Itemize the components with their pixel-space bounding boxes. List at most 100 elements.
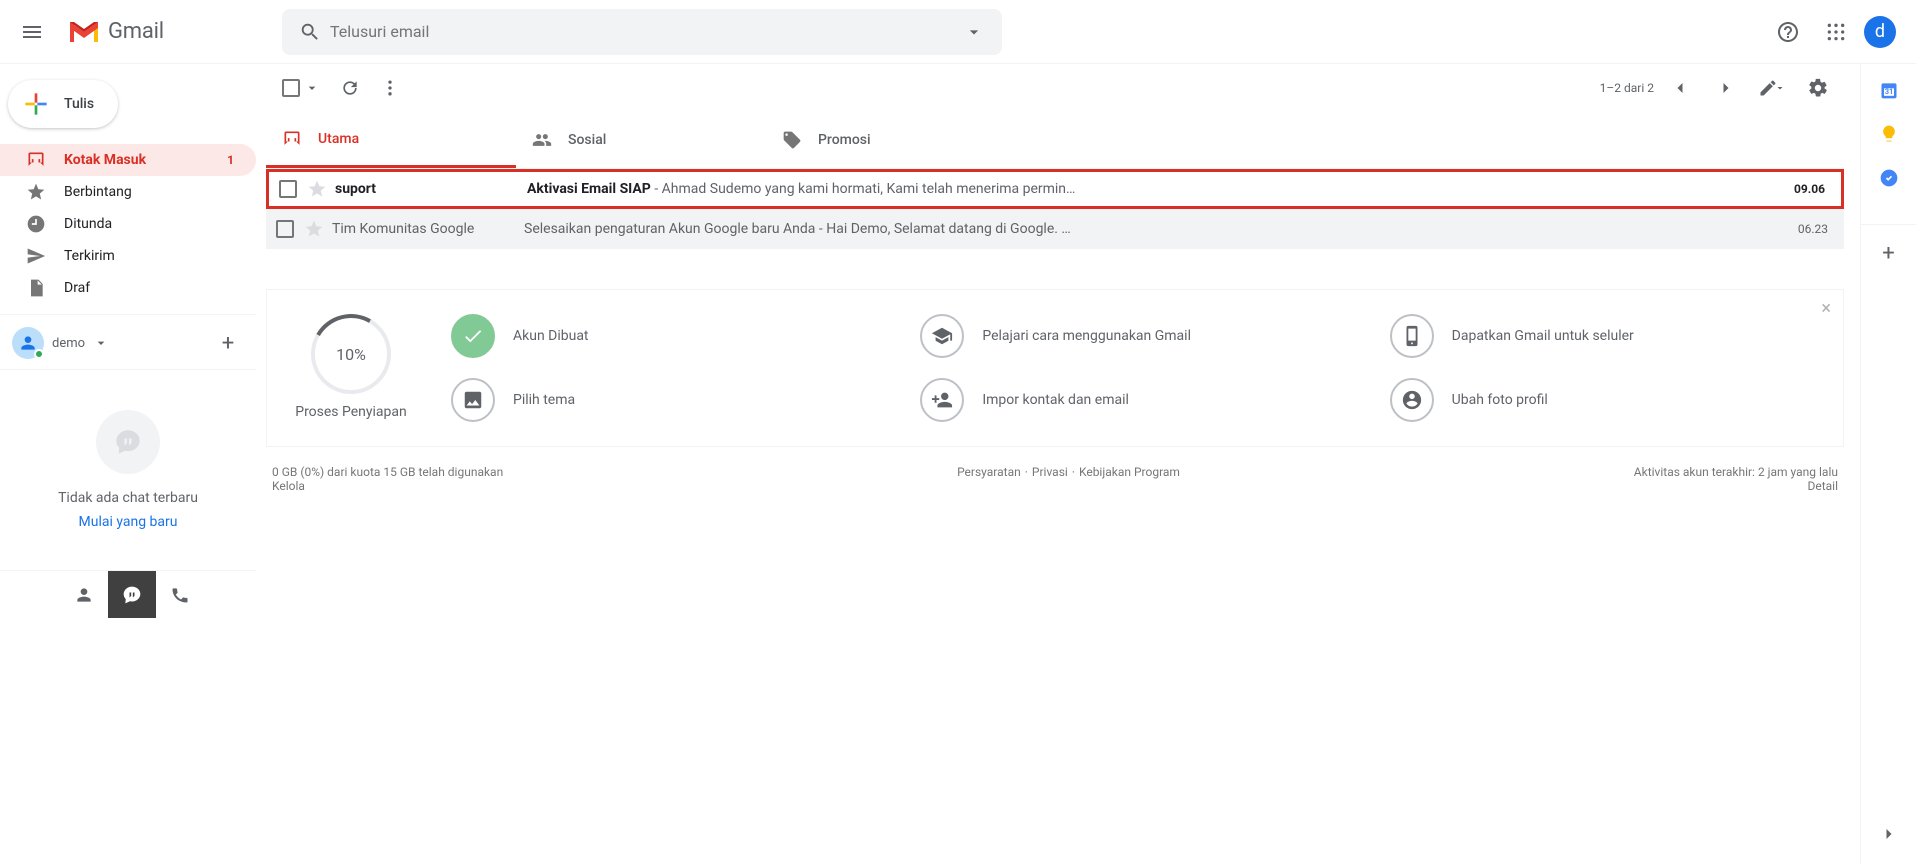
phone-icon xyxy=(1390,314,1434,358)
people-icon xyxy=(532,130,552,150)
email-row[interactable]: suportAktivasi Email SIAP - Ahmad Sudemo… xyxy=(266,169,1844,209)
sidebar-item-draft[interactable]: Draf xyxy=(0,272,256,304)
select-dropdown-icon[interactable] xyxy=(304,80,320,96)
privacy-link[interactable]: Privasi xyxy=(1032,465,1068,493)
close-setup-button[interactable]: × xyxy=(1821,298,1831,319)
setup-panel: × 10% Proses Penyiapan Akun Dibuat Pelaja… xyxy=(266,289,1844,447)
next-page-button[interactable] xyxy=(1706,68,1746,108)
hangouts-name: demo xyxy=(52,336,85,351)
setup-item[interactable]: Pilih tema xyxy=(451,378,880,422)
hangouts-tab[interactable] xyxy=(108,571,156,618)
settings-button[interactable] xyxy=(1798,68,1838,108)
more-button[interactable] xyxy=(370,68,410,108)
sidebar-item-clock[interactable]: Ditunda xyxy=(0,208,256,240)
setup-item-label: Impor kontak dan email xyxy=(982,392,1129,408)
message-preview: Aktivasi Email SIAP - Ahmad Sudemo yang … xyxy=(527,181,1771,197)
compose-button[interactable]: Tulis xyxy=(8,80,118,128)
search-bar[interactable] xyxy=(282,9,1002,55)
brand-text: Gmail xyxy=(108,19,164,44)
sender: suport xyxy=(327,181,527,197)
clock-icon xyxy=(26,214,46,234)
setup-item[interactable]: Pelajari cara menggunakan Gmail xyxy=(920,314,1349,358)
search-options-dropdown[interactable] xyxy=(954,12,994,52)
collapse-sidepanel-button[interactable] xyxy=(1863,808,1915,864)
apps-button[interactable] xyxy=(1816,12,1856,52)
phone-tab[interactable] xyxy=(156,571,204,618)
tab-label: Utama xyxy=(318,131,359,147)
prev-page-button[interactable] xyxy=(1660,68,1700,108)
search-input[interactable] xyxy=(330,22,954,41)
select-all-checkbox[interactable] xyxy=(282,79,300,97)
tag-icon xyxy=(782,130,802,150)
check-icon xyxy=(451,314,495,358)
tab-tag[interactable]: Promosi xyxy=(766,112,1016,168)
sender: Tim Komunitas Google xyxy=(324,221,524,237)
gmail-logo-icon xyxy=(68,20,100,44)
compose-label: Tulis xyxy=(64,96,94,112)
row-checkbox[interactable] xyxy=(276,220,294,238)
nav-label: Ditunda xyxy=(64,216,244,232)
personadd-icon xyxy=(920,378,964,422)
setup-item-label: Dapatkan Gmail untuk seluler xyxy=(1452,328,1634,344)
email-row[interactable]: Tim Komunitas GoogleSelesaikan pengatura… xyxy=(266,209,1844,249)
star-icon xyxy=(26,182,46,202)
right-sidebar: 31 + xyxy=(1860,64,1916,864)
hangouts-header[interactable]: demo + xyxy=(0,323,256,363)
svg-text:31: 31 xyxy=(1884,87,1893,96)
tab-label: Sosial xyxy=(568,132,606,148)
setup-progress-label: Proses Penyiapan xyxy=(295,404,407,420)
input-tools-button[interactable] xyxy=(1752,68,1792,108)
sidebar-item-star[interactable]: Berbintang xyxy=(0,176,256,208)
support-button[interactable] xyxy=(1768,12,1808,52)
send-icon xyxy=(26,246,46,266)
sidebar-item-inbox[interactable]: Kotak Masuk1 xyxy=(0,144,256,176)
activity-detail-link[interactable]: Detail xyxy=(1807,479,1838,493)
main-menu-button[interactable] xyxy=(8,8,56,56)
setup-item[interactable]: Akun Dibuat xyxy=(451,314,880,358)
time: 09.06 xyxy=(1771,182,1831,196)
message-preview: Selesaikan pengaturan Akun Google baru A… xyxy=(524,221,1774,237)
calendar-addon[interactable]: 31 xyxy=(1879,80,1899,100)
start-chat-link[interactable]: Mulai yang baru xyxy=(79,514,178,530)
email-list: suportAktivasi Email SIAP - Ahmad Sudemo… xyxy=(266,169,1844,249)
header: Gmail d xyxy=(0,0,1916,64)
nav-label: Draf xyxy=(64,280,244,296)
chat-empty-text: Tidak ada chat terbaru xyxy=(58,490,198,506)
logo-area[interactable]: Gmail xyxy=(56,19,282,44)
refresh-button[interactable] xyxy=(330,68,370,108)
tab-inbox[interactable]: Utama xyxy=(266,112,516,168)
new-chat-button[interactable]: + xyxy=(212,327,244,359)
time: 06.23 xyxy=(1774,222,1834,236)
row-checkbox[interactable] xyxy=(279,180,297,198)
setup-item[interactable]: Dapatkan Gmail untuk seluler xyxy=(1390,314,1819,358)
star-button[interactable] xyxy=(304,219,324,239)
tasks-addon[interactable] xyxy=(1879,168,1899,188)
inbox-icon xyxy=(282,129,302,149)
get-addons-button[interactable]: + xyxy=(1861,224,1916,266)
keep-addon[interactable] xyxy=(1879,124,1899,144)
footer: 0 GB (0%) dari kuota 15 GB telah digunak… xyxy=(266,447,1844,511)
account-avatar[interactable]: d xyxy=(1864,16,1896,48)
page-range: 1–2 dari 2 xyxy=(1600,81,1654,95)
tab-label: Promosi xyxy=(818,132,871,148)
inbox-icon xyxy=(26,150,46,170)
nav-label: Kotak Masuk xyxy=(64,152,209,168)
setup-item-label: Ubah foto profil xyxy=(1452,392,1548,408)
setup-item-label: Pilih tema xyxy=(513,392,575,408)
setup-item[interactable]: Ubah foto profil xyxy=(1390,378,1819,422)
terms-link[interactable]: Persyaratan xyxy=(957,465,1021,493)
search-icon[interactable] xyxy=(290,12,330,52)
setup-item[interactable]: Impor kontak dan email xyxy=(920,378,1349,422)
setup-progress: 10% xyxy=(311,314,391,394)
star-button[interactable] xyxy=(307,179,327,199)
manage-storage-link[interactable]: Kelola xyxy=(272,479,305,493)
image-icon xyxy=(451,378,495,422)
contacts-tab[interactable] xyxy=(60,571,108,618)
school-icon xyxy=(920,314,964,358)
toolbar: 1–2 dari 2 xyxy=(266,64,1844,112)
tab-people[interactable]: Sosial xyxy=(516,112,766,168)
sidebar-item-send[interactable]: Terkirim xyxy=(0,240,256,272)
chevron-down-icon[interactable] xyxy=(93,335,109,351)
nav-list: Kotak Masuk1Berbintang Ditunda Terkirim Dra… xyxy=(0,144,256,304)
program-policies-link[interactable]: Kebijakan Program xyxy=(1079,465,1180,493)
